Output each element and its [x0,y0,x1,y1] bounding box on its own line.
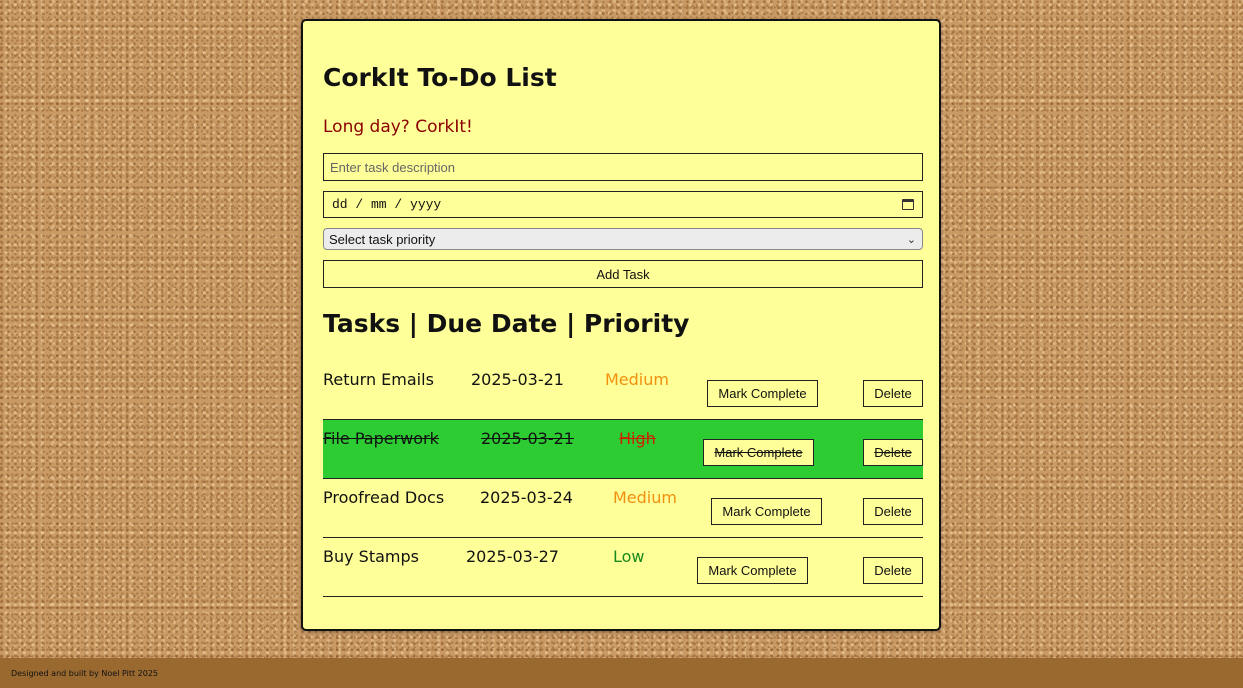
task-row-completed: File Paperwork 2025-03-21 High Mark Comp… [323,420,923,479]
delete-button[interactable]: Delete [863,498,923,525]
mark-complete-button[interactable]: Mark Complete [703,439,814,466]
due-date-input[interactable]: dd / mm / yyyy [323,191,923,218]
tagline: Long day? CorkIt! [323,117,473,137]
task-due-date: 2025-03-27 [466,547,559,566]
task-due-date: 2025-03-21 [481,429,574,448]
task-name: Buy Stamps [323,547,419,566]
task-description-input[interactable] [323,153,923,181]
task-due-date: 2025-03-21 [471,370,564,389]
add-task-button[interactable]: Add Task [323,260,923,288]
task-row: Return Emails 2025-03-21 Medium Mark Com… [323,361,923,420]
task-row: Buy Stamps 2025-03-27 Low Mark Complete … [323,538,923,597]
task-name: File Paperwork [323,429,439,448]
priority-select-value: Select task priority [329,231,436,247]
footer-credit: Designed and built by Noel Pitt 2025 [11,669,158,678]
task-priority: Medium [605,370,669,389]
mark-complete-button[interactable]: Mark Complete [697,557,808,584]
delete-button[interactable]: Delete [863,439,923,466]
mark-complete-button[interactable]: Mark Complete [711,498,822,525]
chevron-down-icon: ⌄ [906,233,916,246]
task-due-date: 2025-03-24 [480,488,573,507]
task-list-heading: Tasks | Due Date | Priority [323,309,690,338]
task-priority: Low [613,547,645,566]
mark-complete-button[interactable]: Mark Complete [707,380,818,407]
task-row: Proofread Docs 2025-03-24 Medium Mark Co… [323,479,923,538]
footer: Designed and built by Noel Pitt 2025 [0,658,1243,688]
page-title: CorkIt To-Do List [323,63,557,92]
priority-select[interactable]: Select task priority ⌄ [323,228,923,250]
delete-button[interactable]: Delete [863,557,923,584]
task-name: Proofread Docs [323,488,445,507]
date-placeholder: dd / mm / yyyy [332,197,442,212]
task-priority: Medium [613,488,677,507]
task-name: Return Emails [323,370,434,389]
task-priority: High [619,429,656,448]
delete-button[interactable]: Delete [863,380,923,407]
todo-card: CorkIt To-Do List Long day? CorkIt! dd /… [301,19,941,631]
calendar-icon[interactable] [902,199,914,210]
